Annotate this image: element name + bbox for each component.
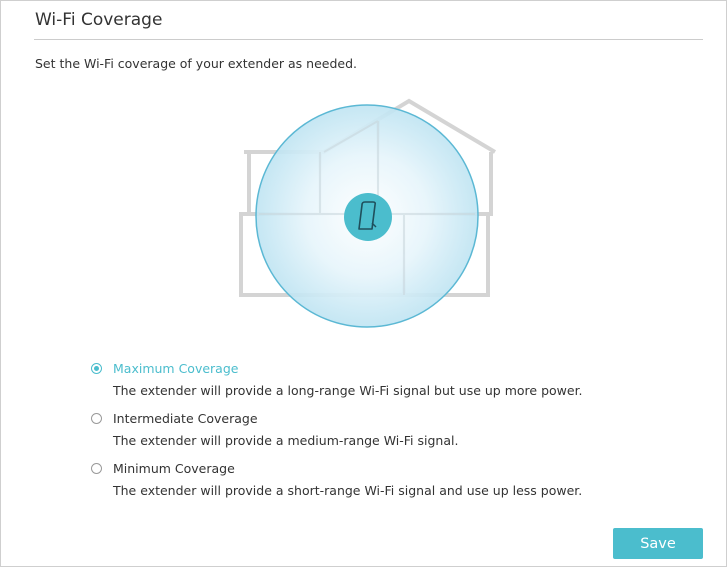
- minimum-coverage-radio[interactable]: [91, 463, 102, 474]
- wifi-coverage-panel: Wi-Fi Coverage Set the Wi-Fi coverage of…: [0, 0, 727, 567]
- save-button[interactable]: Save: [613, 528, 703, 559]
- maximum-coverage-label[interactable]: Maximum Coverage: [113, 361, 238, 376]
- option-minimum-coverage[interactable]: Minimum Coverage The extender will provi…: [91, 461, 611, 506]
- option-maximum-coverage[interactable]: Maximum Coverage The extender will provi…: [91, 361, 611, 406]
- minimum-coverage-description: The extender will provide a short-range …: [113, 483, 583, 498]
- minimum-coverage-label[interactable]: Minimum Coverage: [113, 461, 235, 476]
- intermediate-coverage-label[interactable]: Intermediate Coverage: [113, 411, 258, 426]
- maximum-coverage-radio[interactable]: [91, 363, 102, 374]
- intermediate-coverage-description: The extender will provide a medium-range…: [113, 433, 459, 448]
- option-intermediate-coverage[interactable]: Intermediate Coverage The extender will …: [91, 411, 611, 456]
- coverage-illustration: [239, 98, 497, 328]
- maximum-coverage-description: The extender will provide a long-range W…: [113, 383, 583, 398]
- extender-device-icon: [344, 193, 392, 241]
- intermediate-coverage-radio[interactable]: [91, 413, 102, 424]
